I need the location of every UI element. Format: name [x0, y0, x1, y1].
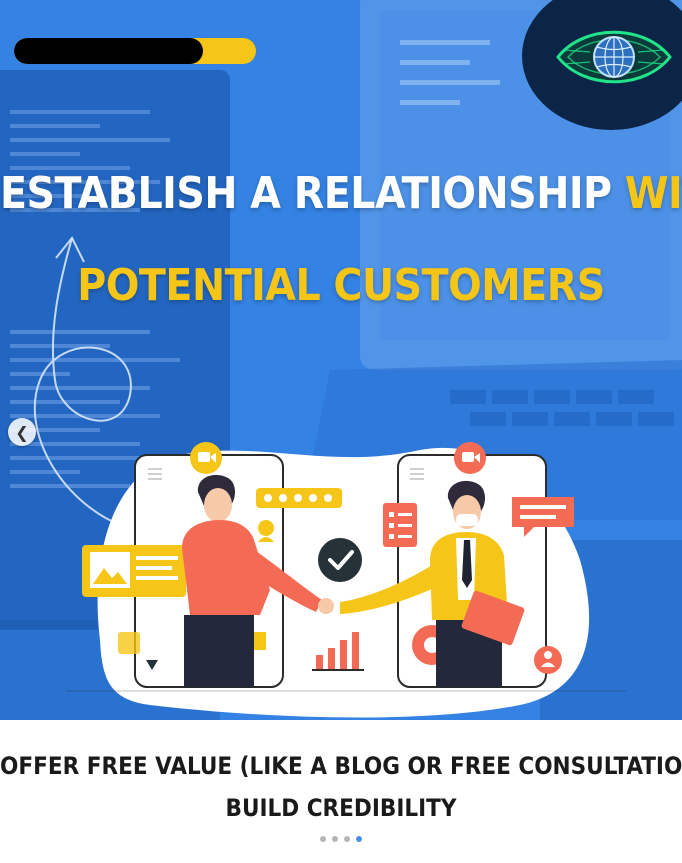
carousel-slide: ESTABLISH A RELATIONSHIP WITH POTENTIAL … [0, 0, 682, 863]
carousel-dot[interactable] [356, 836, 362, 842]
carousel-dot[interactable] [320, 836, 326, 842]
carousel-dots [0, 836, 682, 842]
caption-line-1: OFFER FREE VALUE (LIKE A BLOG OR FREE CO… [0, 752, 682, 780]
caption-line-2: BUILD CREDIBILITY [225, 794, 457, 822]
carousel-dot[interactable] [332, 836, 338, 842]
handshake-illustration [0, 0, 682, 863]
carousel-dot[interactable] [344, 836, 350, 842]
